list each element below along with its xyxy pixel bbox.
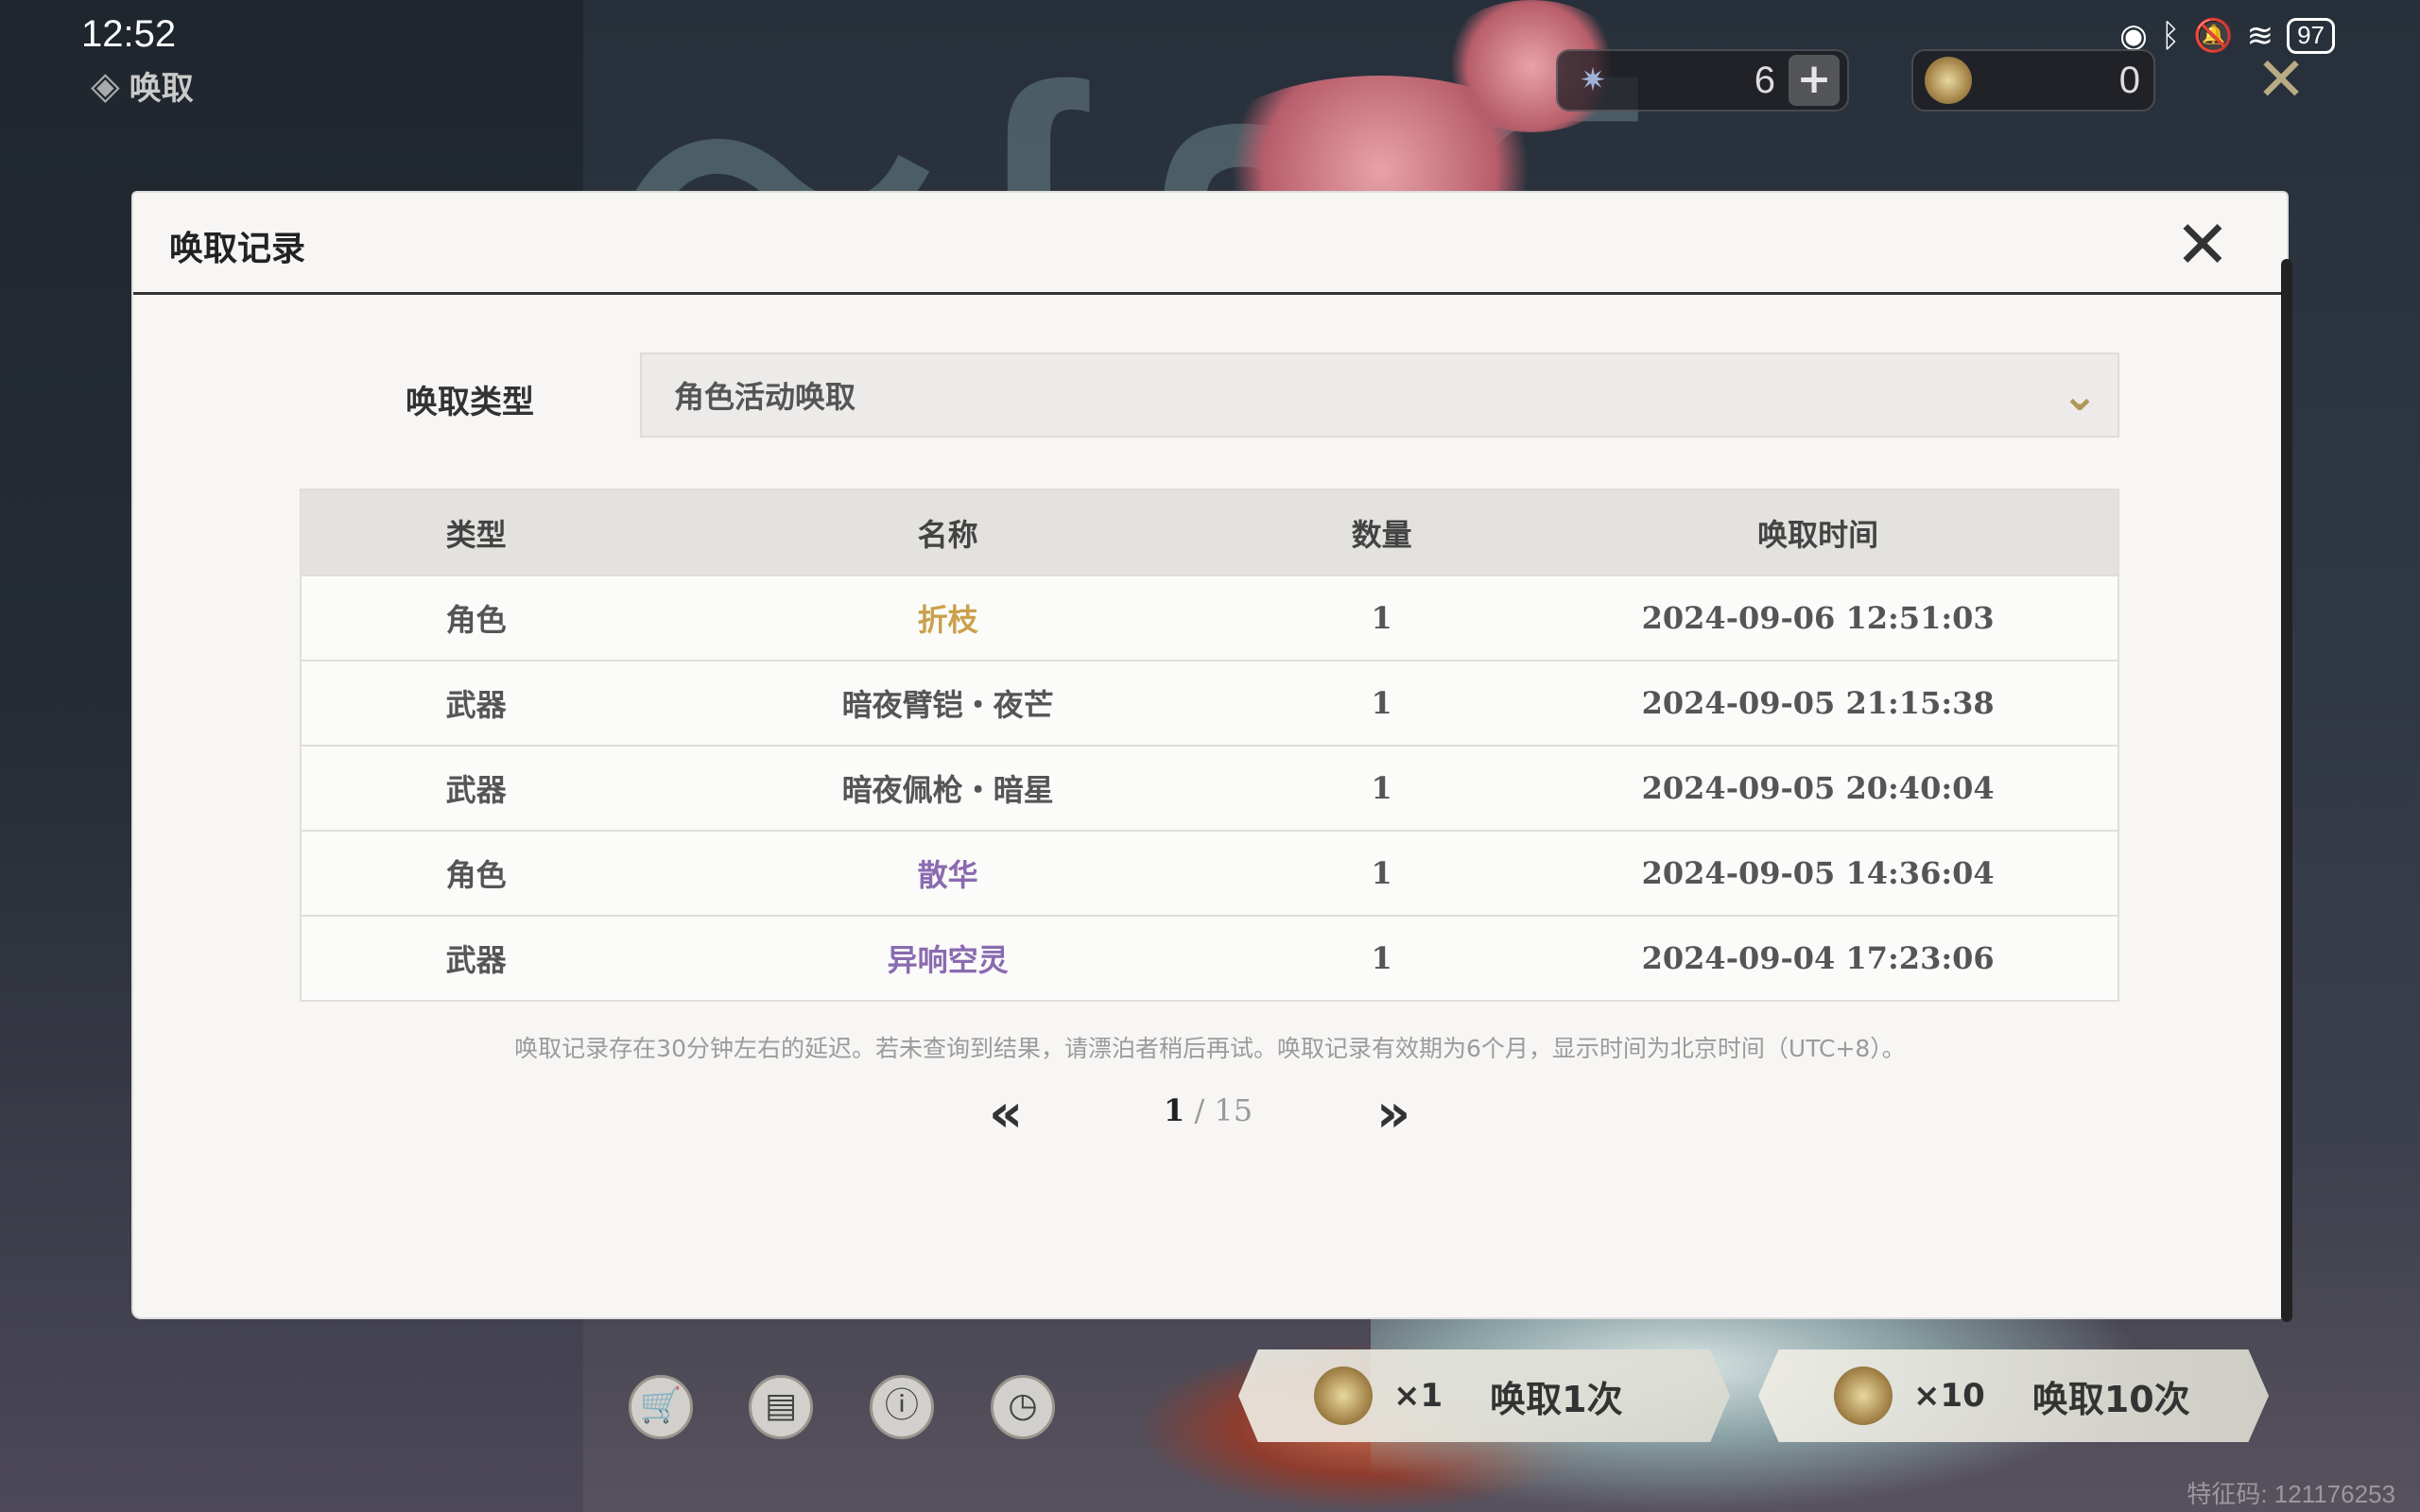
modal-edge-decoration	[2281, 259, 2292, 1322]
currency-coin: 0	[1911, 49, 2155, 112]
status-time: 12:52	[81, 13, 177, 55]
cell-name: 异响空灵	[887, 942, 1009, 978]
shop-cart-icon[interactable]: 🛒	[629, 1375, 693, 1439]
column-header-type: 类型	[445, 516, 507, 553]
coin-icon	[1925, 57, 1972, 104]
convene-ten-button[interactable]: ×10 唤取10次	[1758, 1349, 2269, 1442]
cell-quantity: 1	[1371, 770, 1392, 806]
cell-time: 2024-09-05 20:40:04	[1641, 770, 1995, 806]
table-row: 角色 散华 1 2024-09-05 14:36:04	[302, 830, 2118, 915]
cell-quantity: 1	[1371, 940, 1392, 976]
cell-type: 武器	[445, 772, 507, 808]
coin-icon	[1314, 1366, 1373, 1425]
table-row: 角色 折枝 1 2024-09-06 12:51:03	[302, 575, 2118, 660]
history-clock-icon[interactable]: ◷	[991, 1375, 1055, 1439]
column-header-name: 名称	[917, 516, 978, 553]
cell-time: 2024-09-06 12:51:03	[1641, 600, 1995, 636]
table-row: 武器 异响空灵 1 2024-09-04 17:23:06	[302, 915, 2118, 1000]
currency-value: 6	[1754, 59, 1775, 101]
next-page-icon[interactable]: »	[1376, 1083, 1410, 1144]
cell-quantity: 1	[1371, 600, 1392, 636]
cell-time: 2024-09-04 17:23:06	[1641, 940, 1995, 976]
convene-emblem-icon: ◈	[91, 63, 120, 108]
cell-name: 暗夜臂铠・夜芒	[841, 687, 1054, 723]
convene-ten-label: 唤取10次	[2031, 1378, 2190, 1420]
bluetooth-icon: ᛒ	[2160, 17, 2181, 55]
exit-close-icon[interactable]: ✕	[2250, 49, 2312, 112]
convene-type-value: 角色活动唤取	[674, 379, 856, 415]
cell-type: 武器	[445, 942, 507, 978]
cell-quantity: 1	[1371, 855, 1392, 891]
add-currency-button[interactable]: +	[1789, 55, 1840, 106]
cost-multiplier: ×10	[1913, 1377, 1985, 1415]
cell-type: 角色	[445, 602, 507, 638]
star-crystal-icon: ✷	[1579, 61, 1607, 99]
cell-name: 暗夜佩枪・暗星	[841, 772, 1054, 808]
convene-once-label: 唤取1次	[1490, 1378, 1623, 1420]
currency-value: 0	[2118, 59, 2140, 101]
close-icon[interactable]: ✕	[2169, 212, 2236, 278]
records-icon[interactable]: ▤	[749, 1375, 813, 1439]
convene-type-select[interactable]: 角色活动唤取 ⌄	[640, 352, 2119, 438]
page-separator: /	[1194, 1092, 1205, 1128]
table-row: 武器 暗夜臂铠・夜芒 1 2024-09-05 21:15:38	[302, 660, 2118, 745]
convene-type-label: 唤取类型	[406, 384, 534, 421]
uid-watermark: 特征码: 121176253	[2187, 1480, 2395, 1508]
page-indicator: 1 / 15	[1164, 1092, 1253, 1128]
pagination: « 1 / 15 »	[133, 1083, 2287, 1144]
current-page: 1	[1164, 1092, 1185, 1128]
modal-header: 唤取记录 ✕	[133, 193, 2281, 295]
app-title-label: 唤取	[129, 70, 194, 108]
modal-title: 唤取记录	[169, 230, 306, 268]
cell-type: 武器	[445, 687, 507, 723]
table-header: 类型 名称 数量 唤取时间	[302, 490, 2118, 575]
cell-time: 2024-09-05 21:15:38	[1641, 685, 1995, 721]
cell-type: 角色	[445, 857, 507, 893]
cell-name: 折枝	[917, 602, 978, 638]
currency-star-crystal: ✷ 6 +	[1556, 49, 1849, 112]
previous-page-icon[interactable]: «	[989, 1083, 1023, 1144]
table-row: 武器 暗夜佩枪・暗星 1 2024-09-05 20:40:04	[302, 745, 2118, 830]
total-pages: 15	[1214, 1092, 1253, 1128]
cell-name: 散华	[917, 857, 978, 893]
coin-icon	[1834, 1366, 1893, 1425]
chevron-down-icon: ⌄	[2061, 369, 2099, 421]
column-header-time: 唤取时间	[1757, 516, 1879, 553]
history-table: 类型 名称 数量 唤取时间 角色 折枝 1 2024-09-06 12:51:0…	[300, 489, 2119, 1002]
delay-notice: 唤取记录存在30分钟左右的延迟。若未查询到结果，请漂泊者稍后再试。唤取记录有效期…	[514, 1035, 1906, 1062]
convene-history-modal: 唤取记录 ✕ 角色活动唤取 ⌄ 类型 名称 数量 唤取时间 角色 折枝 1 20…	[133, 193, 2292, 1322]
info-icon[interactable]: ⓘ	[870, 1375, 934, 1439]
app-title: ◈ 唤取	[91, 62, 194, 109]
cell-quantity: 1	[1371, 685, 1392, 721]
column-header-quantity: 数量	[1351, 516, 1412, 553]
cell-time: 2024-09-05 14:36:04	[1641, 855, 1995, 891]
cost-multiplier: ×1	[1393, 1377, 1443, 1415]
convene-once-button[interactable]: ×1 唤取1次	[1238, 1349, 1730, 1442]
bell-muted-icon: 🔕	[2193, 17, 2234, 55]
